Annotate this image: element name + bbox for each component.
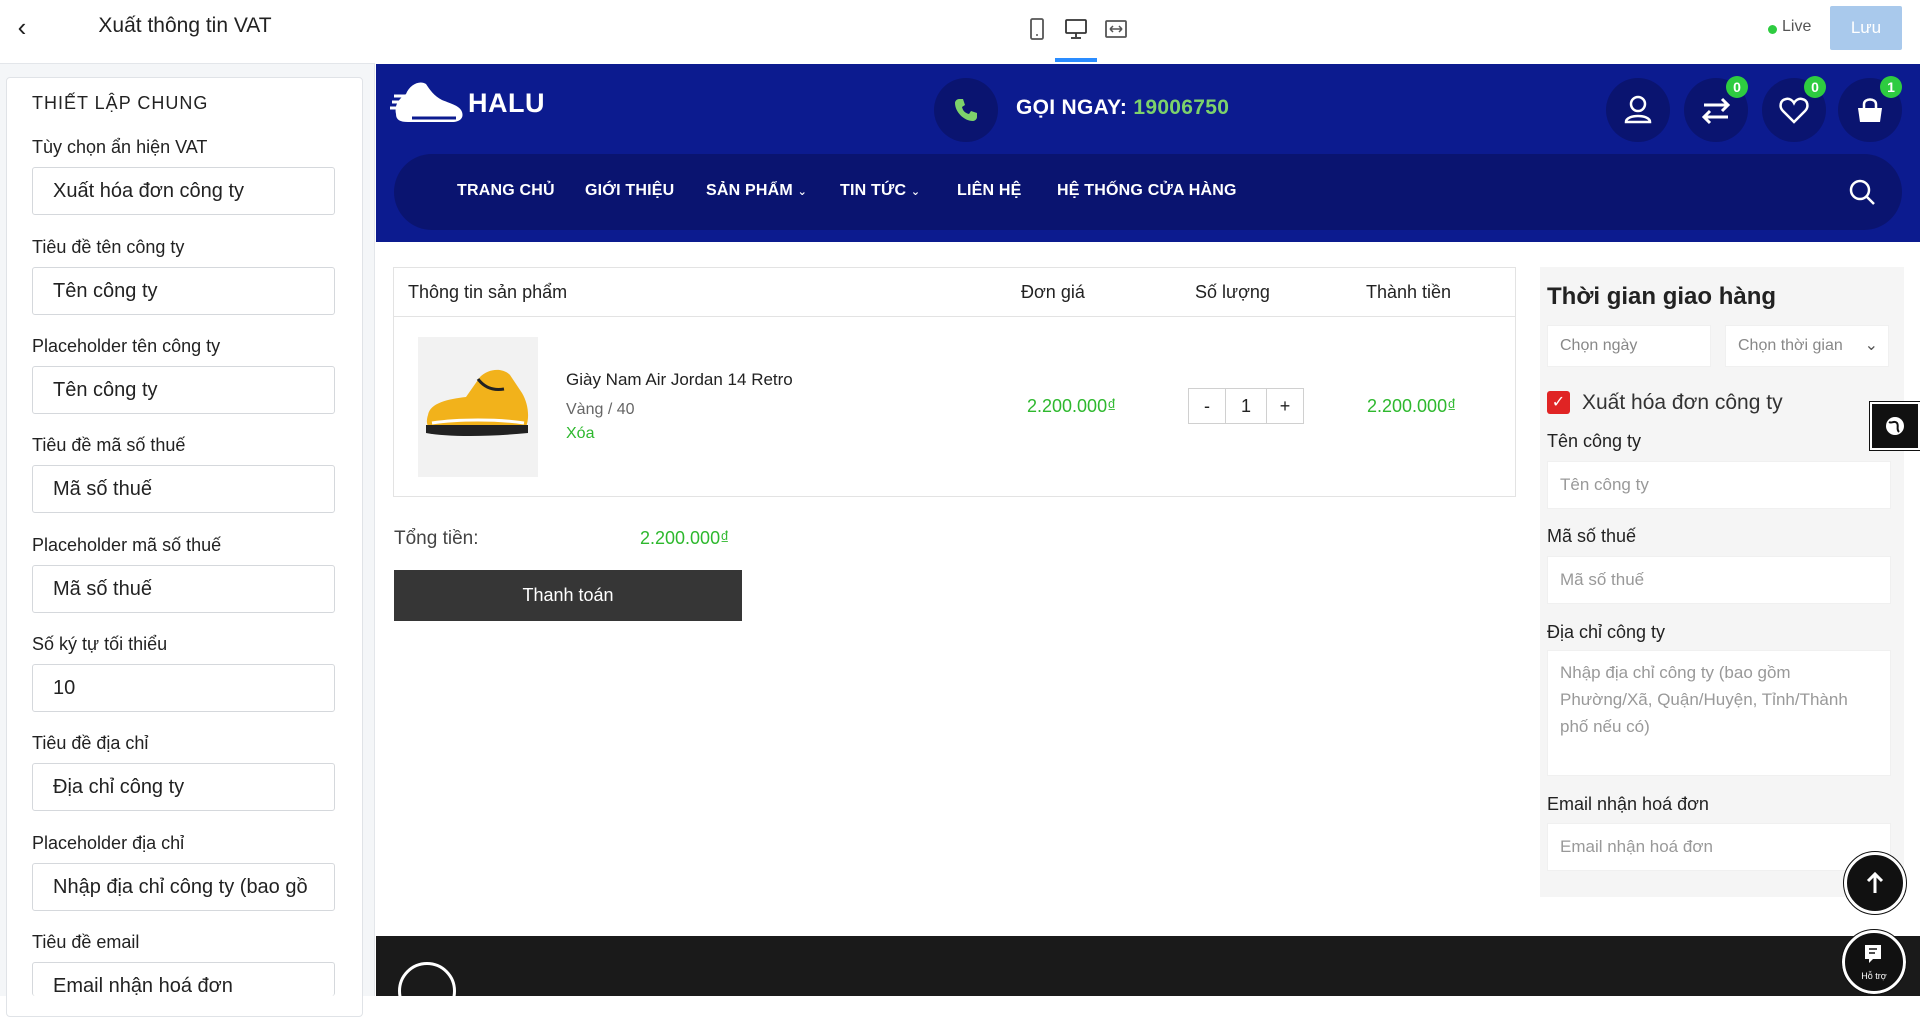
nav-products-label: SẢN PHẨM xyxy=(706,182,793,199)
time-select[interactable]: Chọn thời gian ⌄ xyxy=(1725,325,1889,367)
address-title-input[interactable]: Địa chỉ công ty xyxy=(32,763,335,811)
back-icon[interactable]: ‹ xyxy=(8,14,36,42)
field-label: Placeholder địa chỉ xyxy=(32,833,185,853)
col-product: Thông tin sản phẩm xyxy=(408,282,568,302)
nav-news-label: TIN TỨC xyxy=(840,182,907,199)
settings-title: Xuất thông tin VAT xyxy=(98,14,272,37)
address-label: Địa chỉ công ty xyxy=(1547,622,1666,642)
save-button[interactable]: Lưu xyxy=(1830,6,1902,50)
product-name[interactable]: Giày Nam Air Jordan 14 Retro xyxy=(566,370,793,390)
nav-home[interactable]: TRANG CHỦ xyxy=(457,182,555,200)
live-status: Live xyxy=(1782,18,1812,35)
phone-icon xyxy=(950,94,982,126)
tax-label: Mã số thuế xyxy=(1547,526,1637,546)
remove-item-link[interactable]: Xóa xyxy=(566,425,594,443)
chevron-down-icon: ⌄ xyxy=(797,186,808,198)
support-chat-button[interactable]: Hỗ trợ xyxy=(1841,929,1907,995)
nav-about[interactable]: GIỚI THIỆU xyxy=(585,182,674,200)
date-select[interactable]: Chọn ngày xyxy=(1547,325,1711,367)
compare-count-badge: 0 xyxy=(1726,76,1748,98)
total-value: 2.200.000₫ xyxy=(640,528,730,548)
field-label: Tiêu đề mã số thuế xyxy=(32,435,186,455)
product-image[interactable] xyxy=(418,337,538,477)
vat-option-select[interactable]: Xuất hóa đơn công ty xyxy=(32,167,335,215)
globe-icon[interactable] xyxy=(1869,401,1920,451)
site-footer xyxy=(376,936,1920,996)
support-label: Hỗ trợ xyxy=(1861,971,1887,981)
line-total: 2.200.000₫ xyxy=(1367,396,1457,416)
active-view-indicator xyxy=(1055,58,1097,62)
field-label: Tiêu đề tên công ty xyxy=(32,237,185,257)
field-label: Placeholder mã số thuế xyxy=(32,535,222,555)
chevron-down-icon: ⌄ xyxy=(1864,337,1878,354)
shoe-logo-icon[interactable] xyxy=(390,74,470,132)
fullwidth-view-icon[interactable] xyxy=(1104,18,1128,42)
call-now[interactable]: GỌI NGAY: 19006750 xyxy=(1016,96,1229,120)
mobile-view-icon[interactable] xyxy=(1025,18,1049,42)
desktop-view-icon[interactable] xyxy=(1064,18,1088,42)
company-input[interactable]: Tên công ty xyxy=(1547,461,1891,509)
field-label: Placeholder tên công ty xyxy=(32,336,221,356)
hotline-number: 19006750 xyxy=(1133,96,1230,119)
tax-placeholder-input[interactable]: Mã số thuế xyxy=(32,565,335,613)
chevron-down-icon: ⌄ xyxy=(910,186,921,198)
nav-stores[interactable]: HỆ THỐNG CỬA HÀNG xyxy=(1057,182,1237,200)
section-title: THIẾT LẬP CHUNG xyxy=(32,93,209,113)
min-chars-input[interactable]: 10 xyxy=(32,664,335,712)
company-placeholder-input[interactable]: Tên công ty xyxy=(32,366,335,414)
total-label: Tổng tiền: xyxy=(394,528,479,549)
scroll-top-icon[interactable] xyxy=(1843,851,1907,915)
nav-contact[interactable]: LIÊN HỆ xyxy=(957,182,1022,200)
email-title-input[interactable]: Email nhận hoá đơn xyxy=(32,962,335,996)
nav-news[interactable]: TIN TỨC ⌄ xyxy=(840,182,920,200)
field-label: Tiêu đề email xyxy=(32,932,140,952)
cart-count-badge: 1 xyxy=(1880,76,1902,98)
col-quantity: Số lượng xyxy=(1195,282,1270,302)
field-label: Tùy chọn ẩn hiện VAT xyxy=(32,137,208,157)
company-title-input[interactable]: Tên công ty xyxy=(32,267,335,315)
email-input[interactable]: Email nhận hoá đơn xyxy=(1547,823,1891,871)
increase-button[interactable]: + xyxy=(1267,389,1303,423)
address-textarea[interactable]: Nhập địa chỉ công ty (bao gồm Phường/Xã,… xyxy=(1547,650,1891,776)
checkout-button[interactable]: Thanh toán xyxy=(394,570,742,621)
wishlist-count-badge: 0 xyxy=(1804,76,1826,98)
account-icon[interactable] xyxy=(1606,78,1670,142)
quantity-stepper: - 1 + xyxy=(1188,388,1304,424)
time-select-label: Chọn thời gian xyxy=(1738,337,1843,354)
tax-title-input[interactable]: Mã số thuế xyxy=(32,465,335,513)
nav-products[interactable]: SẢN PHẨM ⌄ xyxy=(706,182,807,200)
vat-checkbox-label[interactable]: Xuất hóa đơn công ty xyxy=(1582,391,1783,415)
footer-logo-icon xyxy=(398,962,456,1020)
live-status-dot xyxy=(1768,25,1777,34)
col-total: Thành tiền xyxy=(1366,282,1452,302)
quantity-input[interactable]: 1 xyxy=(1225,389,1267,423)
product-variant: Vàng / 40 xyxy=(566,401,635,418)
field-label: Số ký tự tối thiểu xyxy=(32,634,168,654)
email-label: Email nhận hoá đơn xyxy=(1547,794,1709,814)
delivery-title: Thời gian giao hàng xyxy=(1547,283,1777,310)
editor-toolbar xyxy=(376,0,1920,64)
address-placeholder-input[interactable]: Nhập địa chỉ công ty (bao gồ xyxy=(32,863,335,911)
tax-input[interactable]: Mã số thuế xyxy=(1547,556,1891,604)
search-icon[interactable] xyxy=(1848,178,1876,206)
field-label: Tiêu đề địa chỉ xyxy=(32,733,149,753)
company-label: Tên công ty xyxy=(1547,431,1642,451)
call-label: GỌI NGAY: xyxy=(1016,96,1128,119)
site-logo[interactable]: HALU xyxy=(468,88,545,119)
vat-checkbox[interactable]: ✓ xyxy=(1547,391,1570,414)
col-price: Đơn giá xyxy=(1021,282,1085,302)
unit-price: 2.200.000₫ xyxy=(1027,396,1117,416)
decrease-button[interactable]: - xyxy=(1189,389,1225,423)
